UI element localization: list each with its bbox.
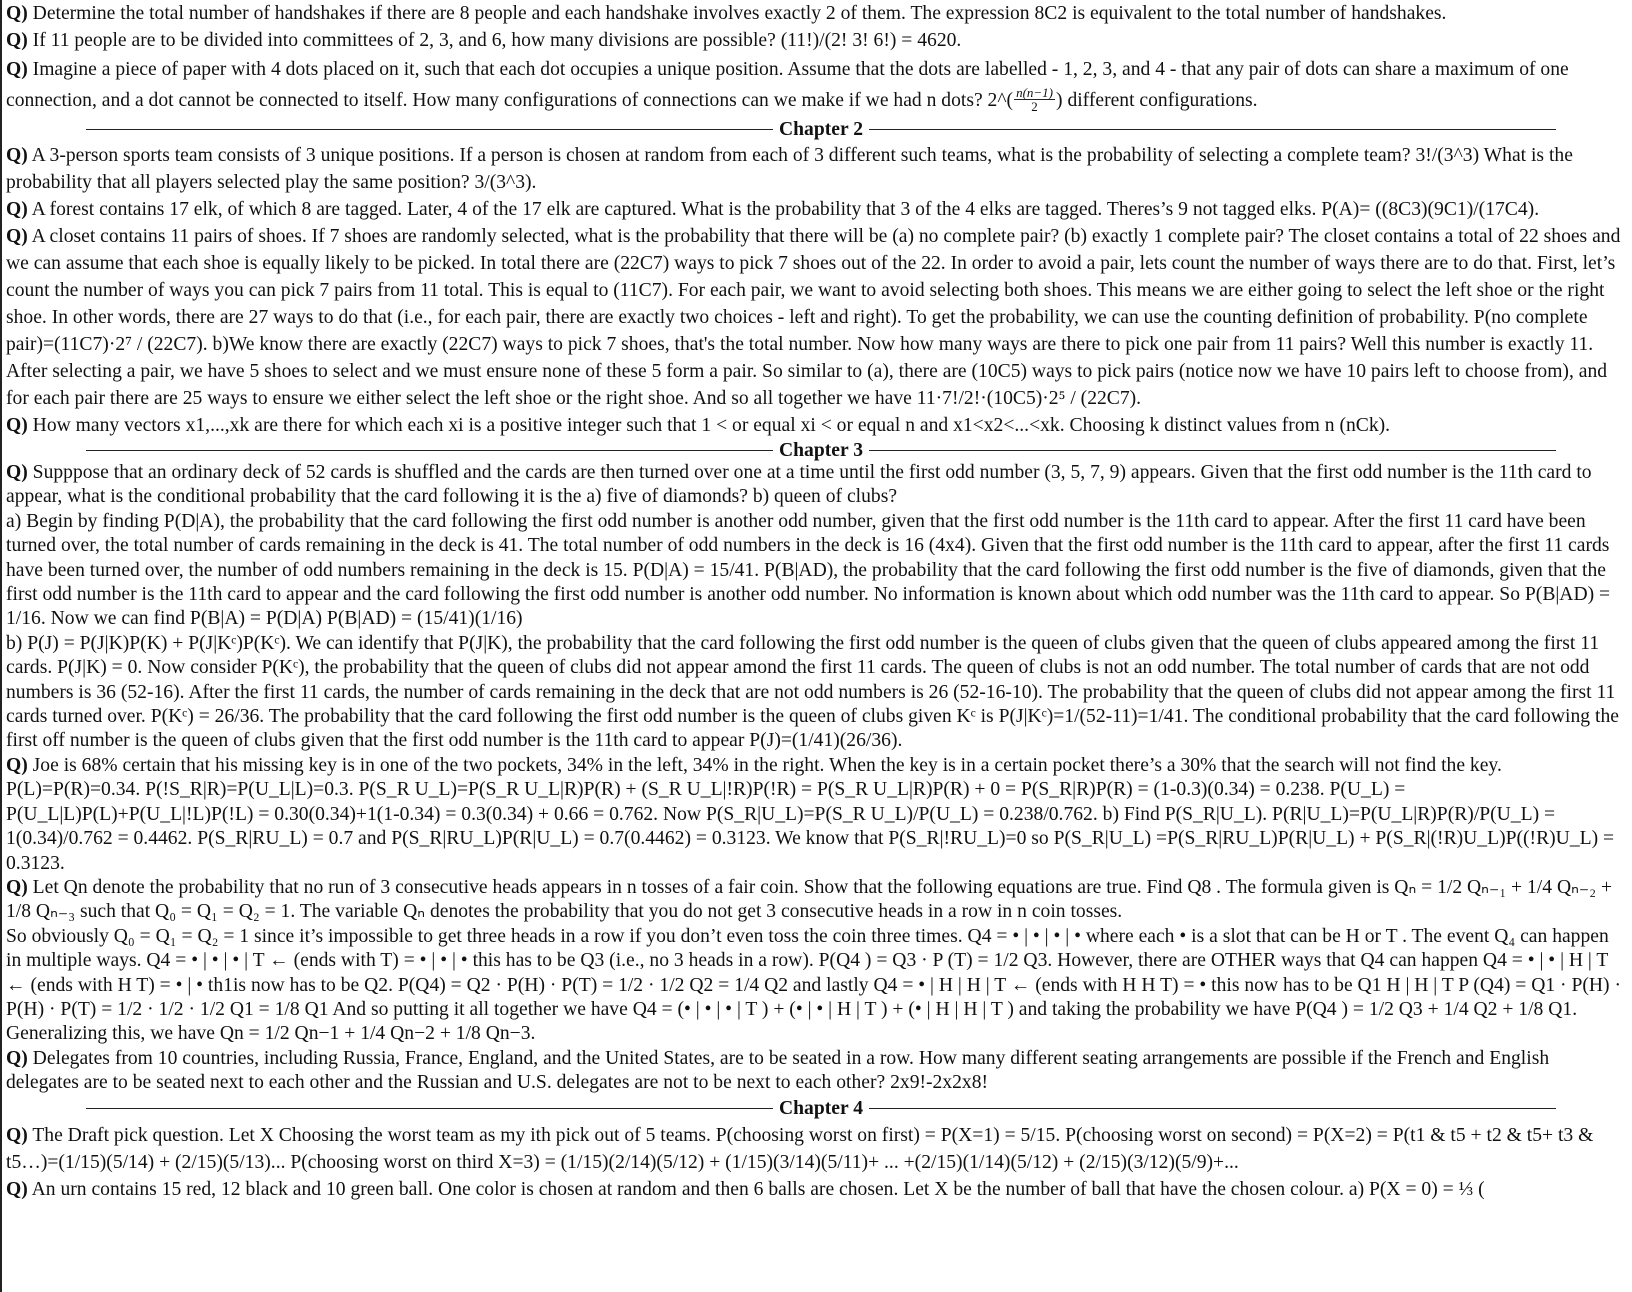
chapter-title: Chapter 2 — [779, 118, 864, 140]
chapter-heading-3: Chapter 3 — [86, 439, 1557, 461]
fraction-numerator: n(n−1) — [1014, 85, 1056, 100]
question-text: How many vectors x1,...,xk are there for… — [32, 415, 1391, 436]
question-marker: Q) — [6, 876, 28, 898]
question-text: An urn contains 15 red, 12 black and 10 … — [31, 1178, 1485, 1200]
question-text: A closet contains 11 pairs of shoes. If … — [6, 226, 1621, 409]
question-marker: Q) — [6, 3, 28, 24]
question-marker: Q) — [6, 1124, 28, 1146]
divider-rule — [86, 449, 773, 451]
question-vectors: Q) How many vectors x1,...,xk are there … — [6, 412, 1626, 439]
fraction: n(n−1) 2 — [1014, 85, 1056, 114]
question-text: A 3-person sports team consists of 3 uni… — [6, 145, 1573, 193]
question-text: Let Qn denote the probability that no ru… — [6, 876, 1613, 923]
question-marker: Q) — [6, 199, 28, 220]
question-text: Determine the total number of handshakes… — [32, 3, 1447, 24]
divider-rule — [86, 128, 773, 130]
question-urn: Q) An urn contains 15 red, 12 black and … — [6, 1176, 1626, 1203]
question-text: If 11 people are to be divided into comm… — [32, 30, 962, 51]
question-text: Imagine a piece of paper with 4 dots pla… — [6, 59, 1569, 111]
divider-rule — [869, 1108, 1557, 1110]
question-marker: Q) — [6, 226, 28, 247]
document-page: Q) Determine the total number of handsha… — [0, 0, 1632, 1292]
question-marker: Q) — [6, 754, 28, 776]
question-marker: Q) — [6, 59, 28, 80]
question-text: Delegates from 10 countries, including R… — [6, 1047, 1550, 1094]
question-marker: Q) — [6, 462, 28, 483]
question-text: The Draft pick question. Let X Choosing … — [6, 1124, 1594, 1173]
question-coin-runs: Q) Let Qn denote the probability that no… — [6, 876, 1626, 925]
question-elk: Q) A forest contains 17 elk, of which 8 … — [6, 196, 1626, 223]
divider-rule — [869, 449, 1557, 451]
answer-coin-runs: So obviously Q₀ = Q₁ = Q₂ = 1 since it’s… — [6, 925, 1621, 1045]
question-marker: Q) — [6, 145, 28, 166]
question-marker: Q) — [6, 415, 28, 436]
chapter-title: Chapter 3 — [779, 439, 864, 461]
question-missing-key: Q) Joe is 68% certain that his missing k… — [6, 754, 1626, 876]
chapter-3-content: Q) Supppose that an ordinary deck of 52 … — [6, 461, 1626, 1096]
question-delegates: Q) Delegates from 10 countries, includin… — [6, 1047, 1626, 1096]
question-text: Joe is 68% certain that his missing key … — [6, 754, 1615, 874]
chapter-heading-4: Chapter 4 — [86, 1096, 1557, 1122]
answer-cards-b: b) P(J) = P(J|K)P(K) + P(J|Kᶜ)P(Kᶜ). We … — [6, 632, 1619, 752]
question-dots: Q) Imagine a piece of paper with 4 dots … — [6, 54, 1626, 116]
question-cards: Q) Supppose that an ordinary deck of 52 … — [6, 461, 1626, 510]
question-handshakes: Q) Determine the total number of handsha… — [6, 0, 1626, 27]
chapter-title: Chapter 4 — [779, 1098, 864, 1120]
divider-rule — [86, 1108, 773, 1110]
question-marker: Q) — [6, 30, 28, 51]
question-text: ) different configurations. — [1056, 90, 1258, 111]
fraction-denominator: 2 — [1031, 99, 1038, 114]
chapter-heading-2: Chapter 2 — [86, 116, 1557, 142]
question-text: A forest contains 17 elk, of which 8 are… — [31, 199, 1540, 220]
question-marker: Q) — [6, 1178, 28, 1200]
question-committees: Q) If 11 people are to be divided into c… — [6, 27, 1626, 54]
answer-cards-a: a) Begin by finding P(D|A), the probabil… — [6, 510, 1611, 630]
question-shoes: Q) A closet contains 11 pairs of shoes. … — [6, 223, 1626, 412]
divider-rule — [869, 128, 1557, 130]
question-marker: Q) — [6, 1047, 28, 1069]
question-draft-pick: Q) The Draft pick question. Let X Choosi… — [6, 1122, 1626, 1176]
question-text: Supppose that an ordinary deck of 52 car… — [6, 462, 1592, 508]
question-sports-team: Q) A 3-person sports team consists of 3 … — [6, 142, 1626, 196]
